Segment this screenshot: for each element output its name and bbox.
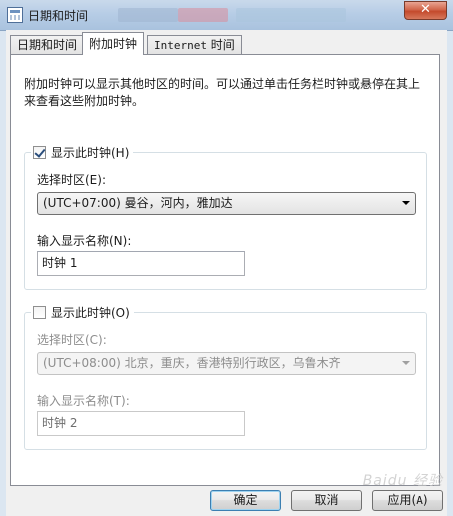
tab-date-time[interactable]: 日期和时间: [10, 35, 85, 54]
tab-internet-time[interactable]: Internet 时间: [147, 35, 242, 54]
background-blur: [178, 8, 228, 22]
tab-label-suffix: 时间: [206, 38, 235, 52]
cancel-button-label: 取消: [314, 493, 339, 507]
dropdown-arrow-icon: [402, 201, 410, 205]
clock2-group: 显示此时钟(O) 选择时区(C): (UTC+08:00) 北京，重庆，香港特别…: [24, 304, 427, 450]
watermark: Baidu 经验: [362, 473, 443, 489]
dialog-client: 日期和时间 附加时钟 Internet 时间 附加时钟可以显示其他时区的时间。可…: [6, 30, 447, 516]
cancel-button[interactable]: 取消: [291, 490, 362, 511]
description-text: 附加时钟可以显示其他时区的时间。可以通过单击任务栏时钟或悬停在其上来查看这些附加…: [24, 77, 421, 108]
clock2-show-checkbox-row[interactable]: 显示此时钟(O): [31, 304, 134, 321]
tab-panel: 附加时钟可以显示其他时区的时间。可以通过单击任务栏时钟或悬停在其上来查看这些附加…: [10, 54, 440, 486]
clock1-timezone-value: (UTC+07:00) 曼谷，河内，雅加达: [43, 196, 233, 210]
background-blur: [118, 8, 178, 22]
title-bar: 日期和时间 ✕: [0, 0, 453, 31]
clock1-show-label: 显示此时钟(H): [51, 146, 130, 160]
clock2-timezone-value: (UTC+08:00) 北京，重庆，香港特别行政区，乌鲁木齐: [43, 356, 341, 370]
close-button[interactable]: ✕: [404, 1, 447, 20]
apply-button[interactable]: 应用(A): [372, 490, 443, 511]
clock1-timezone-label: 选择时区(E):: [37, 173, 106, 187]
tab-label-prefix: Internet: [154, 39, 207, 52]
ok-button-label: 确定: [233, 493, 258, 507]
tab-additional-clocks[interactable]: 附加时钟: [82, 32, 145, 55]
clock2-name-label: 输入显示名称(T):: [37, 394, 130, 408]
clock2-name-input[interactable]: 时钟 2: [37, 411, 245, 436]
clock1-group: 显示此时钟(H) 选择时区(E): (UTC+07:00) 曼谷，河内，雅加达 …: [24, 144, 427, 290]
window-app-icon: [7, 7, 23, 23]
window-title: 日期和时间: [28, 9, 89, 23]
ok-button[interactable]: 确定: [210, 490, 281, 511]
checkbox-unchecked-icon[interactable]: [33, 306, 46, 319]
clock2-timezone-select[interactable]: (UTC+08:00) 北京，重庆，香港特别行政区，乌鲁木齐: [37, 352, 416, 375]
tab-label: 日期和时间: [17, 38, 78, 52]
checkbox-checked-icon[interactable]: [33, 146, 46, 159]
clock1-name-value: 时钟 1: [42, 256, 78, 270]
apply-label-prefix: 应用(: [387, 493, 417, 507]
apply-label-suffix: ): [422, 493, 428, 507]
clock1-name-input[interactable]: 时钟 1: [37, 251, 245, 276]
dropdown-arrow-icon: [402, 361, 410, 365]
clock1-show-checkbox-row[interactable]: 显示此时钟(H): [31, 144, 134, 161]
clock1-timezone-select[interactable]: (UTC+07:00) 曼谷，河内，雅加达: [37, 192, 416, 215]
clock2-name-value: 时钟 2: [42, 416, 78, 430]
tab-label: 附加时钟: [89, 37, 138, 51]
clock2-timezone-label: 选择时区(C):: [37, 333, 107, 347]
background-blur: [236, 8, 346, 22]
clock2-show-label: 显示此时钟(O): [51, 306, 130, 320]
close-icon: ✕: [420, 2, 431, 17]
apply-label-key: A: [416, 494, 423, 507]
clock1-name-label: 输入显示名称(N):: [37, 234, 132, 248]
